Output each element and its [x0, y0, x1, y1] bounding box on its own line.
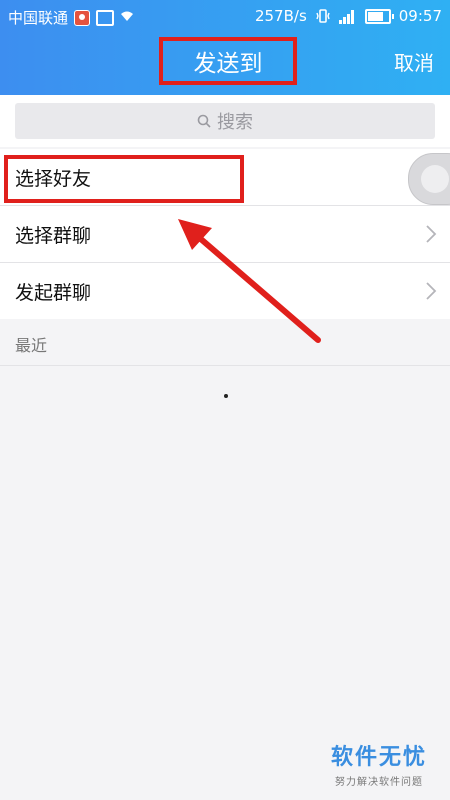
search-placeholder: 搜索	[217, 112, 253, 133]
network-speed: 257B/s	[254, 7, 307, 25]
watermark-title: 软件无忧	[330, 745, 427, 770]
chevron-right-icon	[426, 225, 437, 243]
chevron-right-icon	[426, 282, 437, 300]
status-bar: 中国联通 257B/s 09:57	[0, 0, 450, 34]
search-icon	[197, 114, 211, 128]
vibrate-icon	[315, 8, 331, 24]
menu-item-select-friend[interactable]: 选择好友	[0, 149, 450, 206]
clock: 09:57	[398, 7, 442, 25]
recent-header-label: 最近	[15, 335, 48, 355]
recent-section-header: 最近	[0, 322, 450, 366]
cancel-button[interactable]: 取消	[394, 47, 434, 76]
page-title: 发送到	[193, 51, 263, 77]
header-bar: 中国联通 257B/s 09:57 发送到 取消	[0, 0, 450, 95]
watermark-logo: 软件无忧 努力解决软件问题	[320, 739, 438, 788]
floating-assist-button[interactable]	[408, 153, 450, 205]
menu-item-label: 发起群聊	[15, 281, 92, 304]
friend-highlight-box	[4, 155, 244, 203]
title-highlight-box: 发送到	[159, 37, 297, 85]
watermark-subtitle: 努力解决软件问题	[335, 777, 423, 788]
menu-item-start-group[interactable]: 发起群聊	[0, 263, 450, 319]
signal-icon	[338, 9, 355, 24]
image-icon	[96, 9, 115, 26]
menu-item-label: 选择群聊	[15, 224, 92, 247]
wifi-icon	[120, 10, 134, 25]
search-area: 搜索	[0, 95, 450, 147]
menu-item-select-group[interactable]: 选择群聊	[0, 206, 450, 263]
carrier-name: 中国联通	[8, 9, 69, 27]
search-input[interactable]: 搜索	[15, 103, 435, 139]
loading-dot	[224, 394, 228, 398]
location-icon	[74, 9, 91, 26]
send-target-menu: 选择好友 选择群聊 发起群聊	[0, 149, 450, 319]
battery-icon	[364, 8, 394, 24]
